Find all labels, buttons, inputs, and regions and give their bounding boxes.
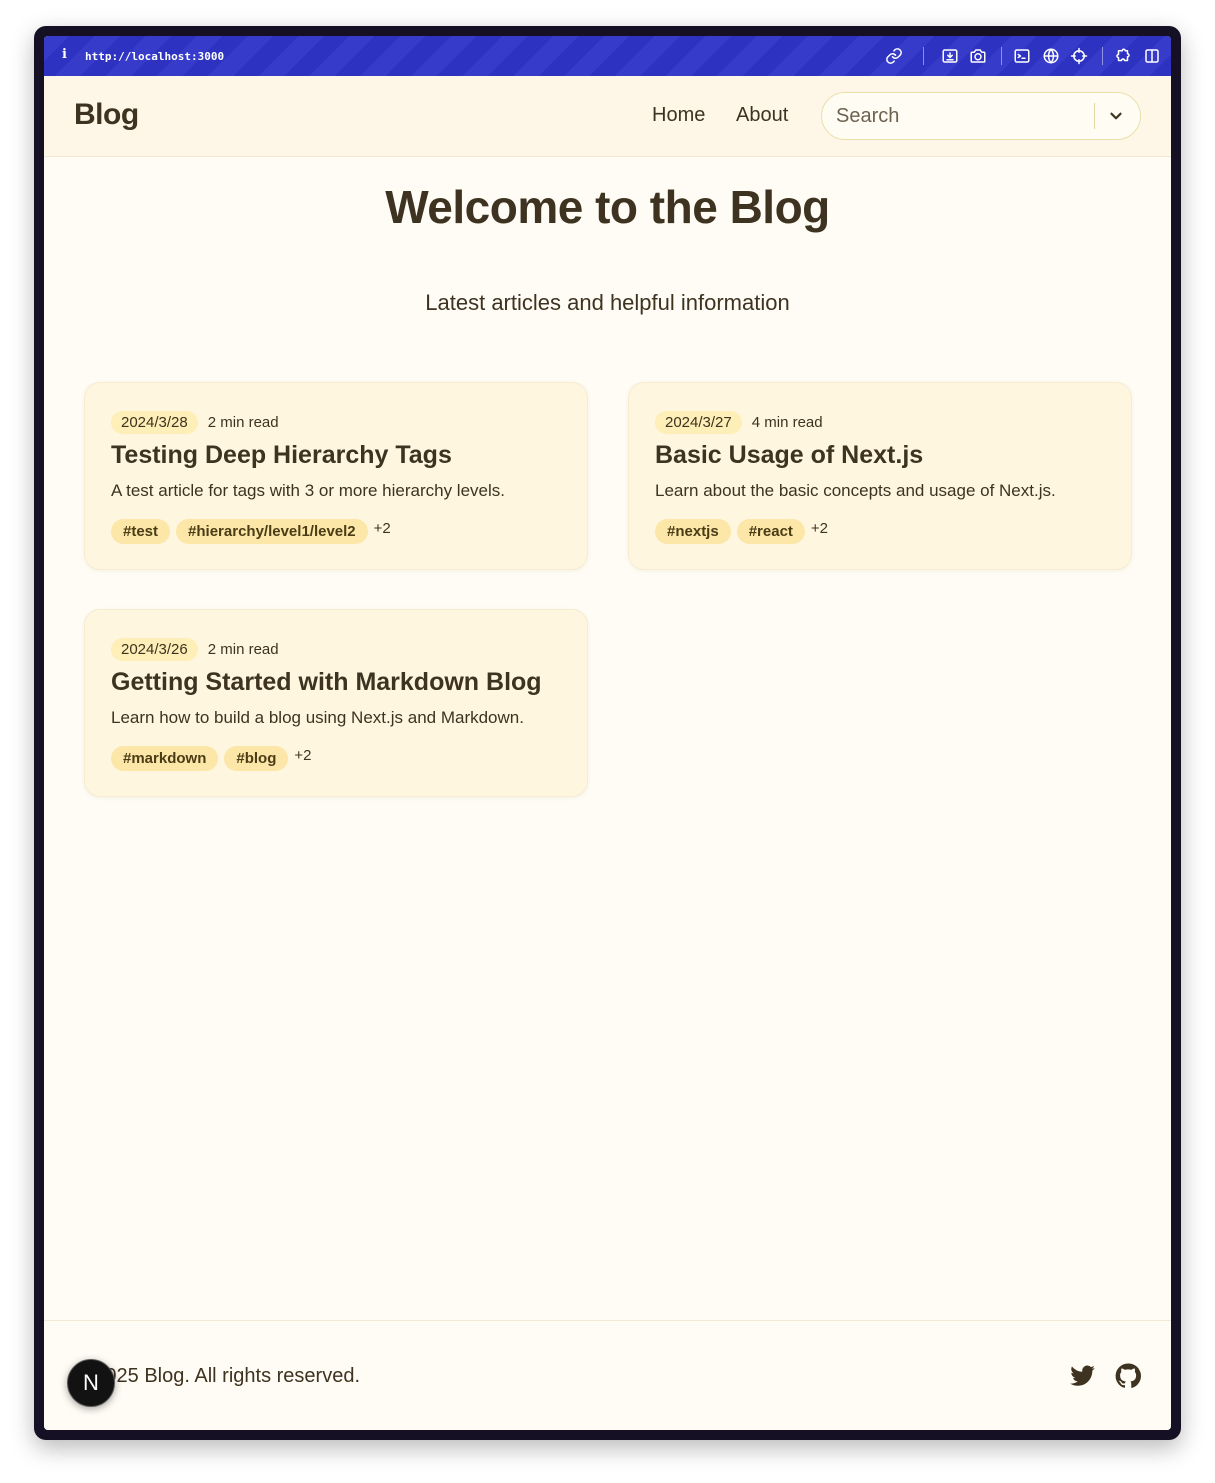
post-description: Learn how to build a blog using Next.js … xyxy=(111,708,524,727)
post-date: 2024/3/27 xyxy=(655,410,742,434)
tag[interactable]: #markdown xyxy=(111,746,219,771)
info-icon[interactable]: i xyxy=(62,47,67,62)
page-subtitle: Latest articles and helpful information xyxy=(425,290,790,315)
tag-list: #test #hierarchy/level1/level2 +2 xyxy=(111,519,391,545)
post-meta: 2024/3/28 2 min read xyxy=(111,410,279,434)
post-card[interactable]: 2024/3/27 4 min read Basic Usage of Next… xyxy=(628,382,1132,570)
post-title[interactable]: Testing Deep Hierarchy Tags xyxy=(111,441,452,470)
extension-icon[interactable] xyxy=(1114,47,1132,65)
url-bar[interactable]: http://localhost:3000 xyxy=(85,50,224,63)
nav-link-about[interactable]: About xyxy=(736,104,788,127)
link-icon[interactable] xyxy=(885,47,903,65)
browser-toolbar: i http://localhost:3000 xyxy=(44,36,1171,76)
camera-icon[interactable] xyxy=(969,47,987,65)
download-icon[interactable] xyxy=(941,47,959,65)
post-date: 2024/3/26 xyxy=(111,637,198,661)
site-header: Blog Home About xyxy=(44,76,1171,157)
search-divider xyxy=(1094,103,1095,129)
post-date: 2024/3/28 xyxy=(111,410,198,434)
github-icon[interactable] xyxy=(1115,1363,1141,1389)
more-tags-count: +2 xyxy=(810,520,829,537)
tag[interactable]: #blog xyxy=(224,746,289,771)
toolbar-separator xyxy=(1102,47,1103,65)
split-view-icon[interactable] xyxy=(1143,47,1161,65)
search-box xyxy=(821,92,1141,140)
crosshair-icon[interactable] xyxy=(1070,47,1088,65)
post-title[interactable]: Getting Started with Markdown Blog xyxy=(111,668,542,697)
toolbar-separator xyxy=(1001,47,1002,65)
post-title[interactable]: Basic Usage of Next.js xyxy=(655,441,923,470)
post-description: Learn about the basic concepts and usage… xyxy=(655,481,1056,500)
more-tags-count: +2 xyxy=(373,520,391,537)
site-logo[interactable]: Blog xyxy=(74,98,139,132)
terminal-icon[interactable] xyxy=(1013,47,1031,65)
site-footer: © 2025 Blog. All rights reserved. xyxy=(44,1320,1171,1430)
read-time: 2 min read xyxy=(207,413,279,431)
tag[interactable]: #react xyxy=(736,519,805,544)
twitter-icon[interactable] xyxy=(1070,1363,1096,1389)
globe-icon[interactable] xyxy=(1042,47,1060,65)
post-card[interactable]: 2024/3/28 2 min read Testing Deep Hierar… xyxy=(84,382,588,570)
browser-window: i http://localhost:3000 Blog Home About … xyxy=(34,26,1181,1440)
browser-viewport: i http://localhost:3000 Blog Home About … xyxy=(44,36,1171,1430)
toolbar-separator xyxy=(923,47,924,65)
copyright-text: © 2025 Blog. All rights reserved. xyxy=(74,1365,360,1387)
post-meta: 2024/3/26 2 min read xyxy=(111,637,279,661)
nav-link-home[interactable]: Home xyxy=(652,104,705,127)
post-card[interactable]: 2024/3/26 2 min read Getting Started wit… xyxy=(84,609,588,797)
read-time: 2 min read xyxy=(207,640,279,658)
tag-list: #nextjs #react +2 xyxy=(655,519,828,545)
tag[interactable]: #test xyxy=(111,519,171,544)
tag[interactable]: #nextjs xyxy=(655,519,731,544)
page-title: Welcome to the Blog xyxy=(385,181,830,233)
tag[interactable]: #hierarchy/level1/level2 xyxy=(176,519,368,544)
search-input[interactable] xyxy=(834,100,1088,132)
nextjs-dev-badge[interactable]: N xyxy=(67,1359,115,1407)
post-meta: 2024/3/27 4 min read xyxy=(655,410,823,434)
tag-list: #markdown #blog +2 xyxy=(111,746,311,772)
post-description: A test article for tags with 3 or more h… xyxy=(111,481,505,500)
read-time: 4 min read xyxy=(751,413,823,431)
chevron-down-icon[interactable] xyxy=(1107,107,1125,125)
more-tags-count: +2 xyxy=(294,747,312,764)
